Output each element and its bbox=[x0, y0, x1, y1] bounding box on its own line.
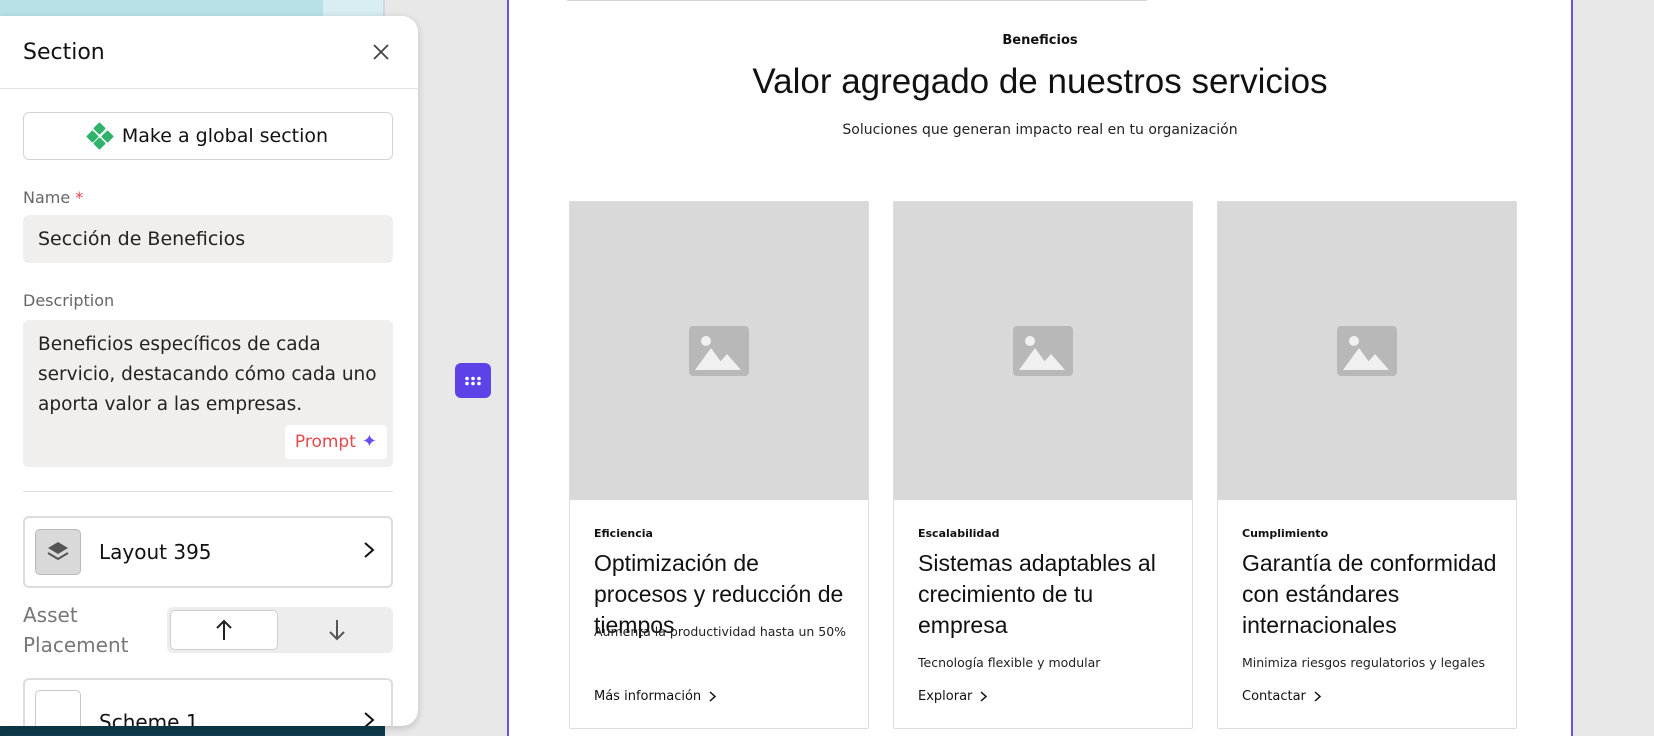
description-textarea[interactable]: Beneficios específicos de cada servicio,… bbox=[23, 320, 393, 467]
chevron-right-icon bbox=[709, 691, 717, 702]
section-subhead: Soluciones que generan impacto real en t… bbox=[842, 122, 1238, 138]
card-image bbox=[1218, 202, 1516, 500]
card-title: Garantía de conformidad con estándares i… bbox=[1242, 550, 1497, 638]
card-link[interactable]: Más información bbox=[594, 689, 717, 704]
name-input[interactable]: Sección de Beneficios bbox=[23, 215, 393, 263]
description-text: Beneficios específicos de cada servicio,… bbox=[38, 334, 377, 415]
asset-placement-label: Asset Placement bbox=[23, 603, 129, 657]
asset-placement-row: Asset Placement bbox=[23, 600, 395, 660]
asset-placement-up-button[interactable] bbox=[170, 610, 278, 650]
divider bbox=[23, 491, 393, 492]
make-global-section-label: Make a global section bbox=[121, 125, 329, 147]
required-mark: * bbox=[75, 188, 84, 207]
close-button[interactable] bbox=[368, 39, 394, 65]
section-drag-handle[interactable] bbox=[455, 363, 491, 398]
chevron-right-icon bbox=[363, 690, 381, 726]
make-global-section-button[interactable]: Make a global section bbox=[23, 112, 393, 160]
chevron-right-icon bbox=[980, 691, 988, 702]
card-link[interactable]: Explorar bbox=[918, 689, 988, 704]
card-grid: Eficiencia Optimización de procesos y re… bbox=[569, 201, 1517, 729]
section-panel: Section Make a global section Name * Sec… bbox=[0, 16, 418, 726]
card-title: Sistemas adaptables al crecimiento de tu… bbox=[918, 550, 1156, 638]
asset-placement-down-button[interactable] bbox=[284, 610, 390, 650]
card-link-label: Explorar bbox=[918, 689, 973, 704]
prompt-label: Prompt bbox=[294, 432, 356, 452]
scheme-label: Scheme 1 bbox=[99, 710, 199, 726]
card-description: Aumenta la productividad hasta un 50% bbox=[594, 624, 847, 639]
card-link[interactable]: Contactar bbox=[1242, 689, 1321, 704]
chevron-right-icon bbox=[1314, 691, 1321, 702]
asset-placement-toggle bbox=[167, 607, 393, 653]
card-link-label: Más información bbox=[594, 689, 702, 704]
layers-icon bbox=[35, 529, 81, 575]
card-tag: Eficiencia bbox=[594, 527, 653, 540]
card-tag: Escalabilidad bbox=[918, 527, 1000, 540]
description-label: Description bbox=[23, 291, 115, 310]
section-eyebrow: Beneficios bbox=[1002, 33, 1078, 48]
panel-header: Section bbox=[0, 16, 418, 89]
arrow-down-icon bbox=[329, 620, 345, 641]
global-section-icon bbox=[86, 122, 114, 150]
scheme-selector[interactable]: Scheme 1 bbox=[23, 678, 393, 726]
background-teal bbox=[0, 0, 323, 17]
image-placeholder-icon bbox=[1013, 326, 1073, 376]
card-link-label: Contactar bbox=[1242, 689, 1306, 704]
image-placeholder-icon bbox=[1337, 326, 1397, 376]
card-description: Tecnología flexible y modular bbox=[918, 655, 1101, 670]
card-description: Minimiza riesgos regulatorios y legales bbox=[1242, 655, 1486, 670]
page-canvas: Beneficios Valor agregado de nuestros se… bbox=[507, 0, 1573, 736]
benefit-card: Eficiencia Optimización de procesos y re… bbox=[569, 201, 869, 729]
chevron-right-icon bbox=[363, 540, 381, 565]
panel-body: Make a global section Name * Sección de … bbox=[0, 89, 418, 726]
background-teal-light bbox=[323, 0, 383, 17]
section-headline: Valor agregado de nuestros servicios bbox=[752, 62, 1328, 101]
image-placeholder-icon bbox=[689, 326, 749, 376]
layout-selector[interactable]: Layout 395 bbox=[23, 516, 393, 588]
benefit-card: Cumplimiento Garantía de conformidad con… bbox=[1217, 201, 1517, 729]
close-icon bbox=[373, 44, 389, 60]
card-image bbox=[570, 202, 868, 500]
prompt-button[interactable]: Prompt ✦ bbox=[284, 425, 387, 459]
benefit-card: Escalabilidad Sistemas adaptables al cre… bbox=[893, 201, 1193, 729]
name-label: Name * bbox=[23, 188, 84, 207]
grid-dots-icon bbox=[465, 376, 481, 385]
divider bbox=[567, 0, 1147, 1]
sparkle-icon: ✦ bbox=[361, 431, 377, 452]
scheme-swatch bbox=[35, 690, 81, 726]
layout-label: Layout 395 bbox=[99, 540, 212, 564]
panel-title: Section bbox=[23, 39, 105, 65]
arrow-up-icon bbox=[216, 619, 232, 640]
card-tag: Cumplimiento bbox=[1242, 527, 1329, 540]
card-image bbox=[894, 202, 1192, 500]
